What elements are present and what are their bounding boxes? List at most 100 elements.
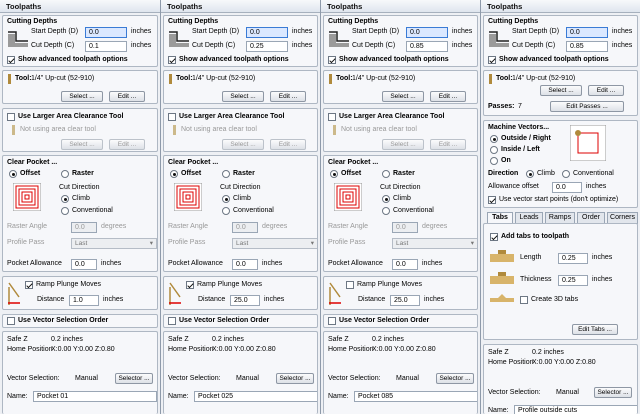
distance-label: Distance bbox=[358, 296, 386, 303]
selector-button[interactable]: Selector ... bbox=[276, 373, 314, 384]
raster-radio[interactable] bbox=[61, 170, 69, 178]
clear-pocket-heading: Clear Pocket ... bbox=[328, 159, 379, 166]
raster-radio[interactable] bbox=[382, 170, 390, 178]
selector-button[interactable]: Selector ... bbox=[115, 373, 153, 384]
climb-radio[interactable] bbox=[382, 195, 390, 203]
start-depth-input[interactable]: 0.0 bbox=[406, 27, 448, 38]
tool-edit-button[interactable]: Edit ... bbox=[430, 91, 466, 102]
distance-input[interactable]: 1.0 bbox=[69, 295, 99, 306]
name-input[interactable]: Pocket 025 bbox=[194, 391, 317, 402]
larger-area-checkbox[interactable] bbox=[168, 113, 176, 121]
distance-input[interactable]: 25.0 bbox=[390, 295, 420, 306]
climb-radio[interactable] bbox=[222, 195, 230, 203]
edit-passes-button[interactable]: Edit Passes ... bbox=[550, 101, 624, 112]
create-3d-checkbox[interactable] bbox=[520, 296, 528, 304]
name-input[interactable]: Profile outside cuts bbox=[514, 405, 637, 414]
area-edit-button[interactable]: Edit ... bbox=[109, 139, 145, 150]
ramp-checkbox[interactable] bbox=[25, 281, 33, 289]
on-label: On bbox=[501, 157, 511, 164]
raster-angle-input[interactable]: 0.0 bbox=[232, 222, 258, 233]
pocket-allowance-input[interactable]: 0.0 bbox=[71, 259, 97, 270]
allowance-offset-input[interactable]: 0.0 bbox=[552, 182, 582, 193]
edit-tabs-button[interactable]: Edit Tabs ... bbox=[572, 324, 618, 335]
area-edit-button[interactable]: Edit ... bbox=[430, 139, 466, 150]
tool-edit-button[interactable]: Edit ... bbox=[109, 91, 145, 102]
pocket-allowance-input[interactable]: 0.0 bbox=[392, 259, 418, 270]
vector-order-checkbox[interactable] bbox=[7, 317, 15, 325]
profile-pass-dropdown[interactable]: Last bbox=[71, 238, 157, 249]
conventional-radio[interactable] bbox=[562, 170, 570, 178]
profile-pass-dropdown[interactable]: Last bbox=[392, 238, 477, 249]
larger-area-label: Use Larger Area Clearance Tool bbox=[339, 113, 445, 120]
tool-select-button[interactable]: Select ... bbox=[382, 91, 424, 102]
home-position-value: X:0.00 Y:0.00 Z:0.80 bbox=[372, 346, 436, 353]
start-depth-input[interactable]: 0.0 bbox=[85, 27, 127, 38]
on-radio[interactable] bbox=[490, 157, 498, 165]
name-input[interactable]: Pocket 085 bbox=[354, 391, 477, 402]
raster-label: Raster bbox=[72, 170, 94, 177]
show-advanced-checkbox[interactable] bbox=[488, 56, 496, 64]
raster-angle-input[interactable]: 0.0 bbox=[392, 222, 418, 233]
safe-z-label: Safe Z bbox=[168, 336, 189, 343]
tool-edit-button[interactable]: Edit ... bbox=[270, 91, 306, 102]
start-depth-input[interactable]: 0.0 bbox=[246, 27, 288, 38]
tool-section: Tool: 1/4" Up-cut (52-910) Select ... Ed… bbox=[163, 70, 318, 104]
vector-selection-label: Vector Selection: bbox=[7, 375, 60, 382]
tool-select-button[interactable]: Select ... bbox=[222, 91, 264, 102]
add-tabs-checkbox[interactable] bbox=[490, 233, 498, 241]
start-depth-label: Start Depth (D) bbox=[31, 28, 79, 35]
raster-angle-unit: degrees bbox=[262, 223, 288, 230]
vector-order-checkbox[interactable] bbox=[168, 317, 176, 325]
raster-angle-input[interactable]: 0.0 bbox=[71, 222, 97, 233]
ramp-checkbox[interactable] bbox=[186, 281, 194, 289]
conventional-radio[interactable] bbox=[222, 207, 230, 215]
offset-radio[interactable] bbox=[9, 170, 17, 178]
cut-depth-input[interactable]: 0.85 bbox=[566, 41, 608, 52]
show-advanced-checkbox[interactable] bbox=[7, 56, 15, 64]
larger-area-checkbox[interactable] bbox=[7, 113, 15, 121]
raster-radio[interactable] bbox=[222, 170, 230, 178]
start-depth-input[interactable]: 0.0 bbox=[566, 27, 608, 38]
conventional-radio[interactable] bbox=[61, 207, 69, 215]
conventional-radio[interactable] bbox=[382, 207, 390, 215]
safe-z-label: Safe Z bbox=[488, 349, 509, 356]
area-select-button[interactable]: Select ... bbox=[222, 139, 264, 150]
pocket-allowance-unit: inches bbox=[262, 260, 283, 267]
pocket-allowance-input[interactable]: 0.0 bbox=[232, 259, 258, 270]
climb-radio[interactable] bbox=[61, 195, 69, 203]
cut-depth-input[interactable]: 0.1 bbox=[85, 41, 127, 52]
use-vector-start-checkbox[interactable] bbox=[488, 196, 496, 204]
show-advanced-checkbox[interactable] bbox=[328, 56, 336, 64]
tool-edit-button[interactable]: Edit ... bbox=[588, 85, 624, 96]
clear-pocket-section: Clear Pocket ... Offset Raster Cut Direc… bbox=[163, 155, 318, 272]
thickness-input[interactable]: 0.25 bbox=[558, 275, 588, 286]
tool-select-button[interactable]: Select ... bbox=[540, 85, 582, 96]
raster-label: Raster bbox=[393, 170, 415, 177]
ramp-checkbox[interactable] bbox=[346, 281, 354, 289]
profile-pass-dropdown[interactable]: Last bbox=[232, 238, 317, 249]
name-input[interactable]: Pocket 01 bbox=[33, 391, 157, 402]
selector-button[interactable]: Selector ... bbox=[436, 373, 474, 384]
outside-right-radio[interactable] bbox=[490, 135, 498, 143]
add-tabs-label: Add tabs to toolpath bbox=[501, 233, 570, 240]
offset-radio[interactable] bbox=[170, 170, 178, 178]
selector-button[interactable]: Selector ... bbox=[594, 387, 632, 398]
climb-radio[interactable] bbox=[526, 170, 534, 178]
tool-label: Tool: bbox=[15, 75, 32, 82]
vector-order-checkbox[interactable] bbox=[328, 317, 336, 325]
cut-depth-input[interactable]: 0.85 bbox=[406, 41, 448, 52]
length-input[interactable]: 0.25 bbox=[558, 253, 588, 264]
panel-title: Toolpaths bbox=[0, 0, 160, 13]
area-edit-button[interactable]: Edit ... bbox=[270, 139, 306, 150]
offset-radio[interactable] bbox=[330, 170, 338, 178]
larger-area-label: Use Larger Area Clearance Tool bbox=[18, 113, 124, 120]
inside-left-radio[interactable] bbox=[490, 146, 498, 154]
tool-select-button[interactable]: Select ... bbox=[61, 91, 103, 102]
show-advanced-checkbox[interactable] bbox=[168, 56, 176, 64]
cutting-depths-section: Cutting Depths Start Depth (D) 0.0 inche… bbox=[323, 15, 478, 67]
cut-depth-input[interactable]: 0.25 bbox=[246, 41, 288, 52]
larger-area-checkbox[interactable] bbox=[328, 113, 336, 121]
area-select-button[interactable]: Select ... bbox=[61, 139, 103, 150]
area-select-button[interactable]: Select ... bbox=[382, 139, 424, 150]
distance-input[interactable]: 25.0 bbox=[230, 295, 260, 306]
